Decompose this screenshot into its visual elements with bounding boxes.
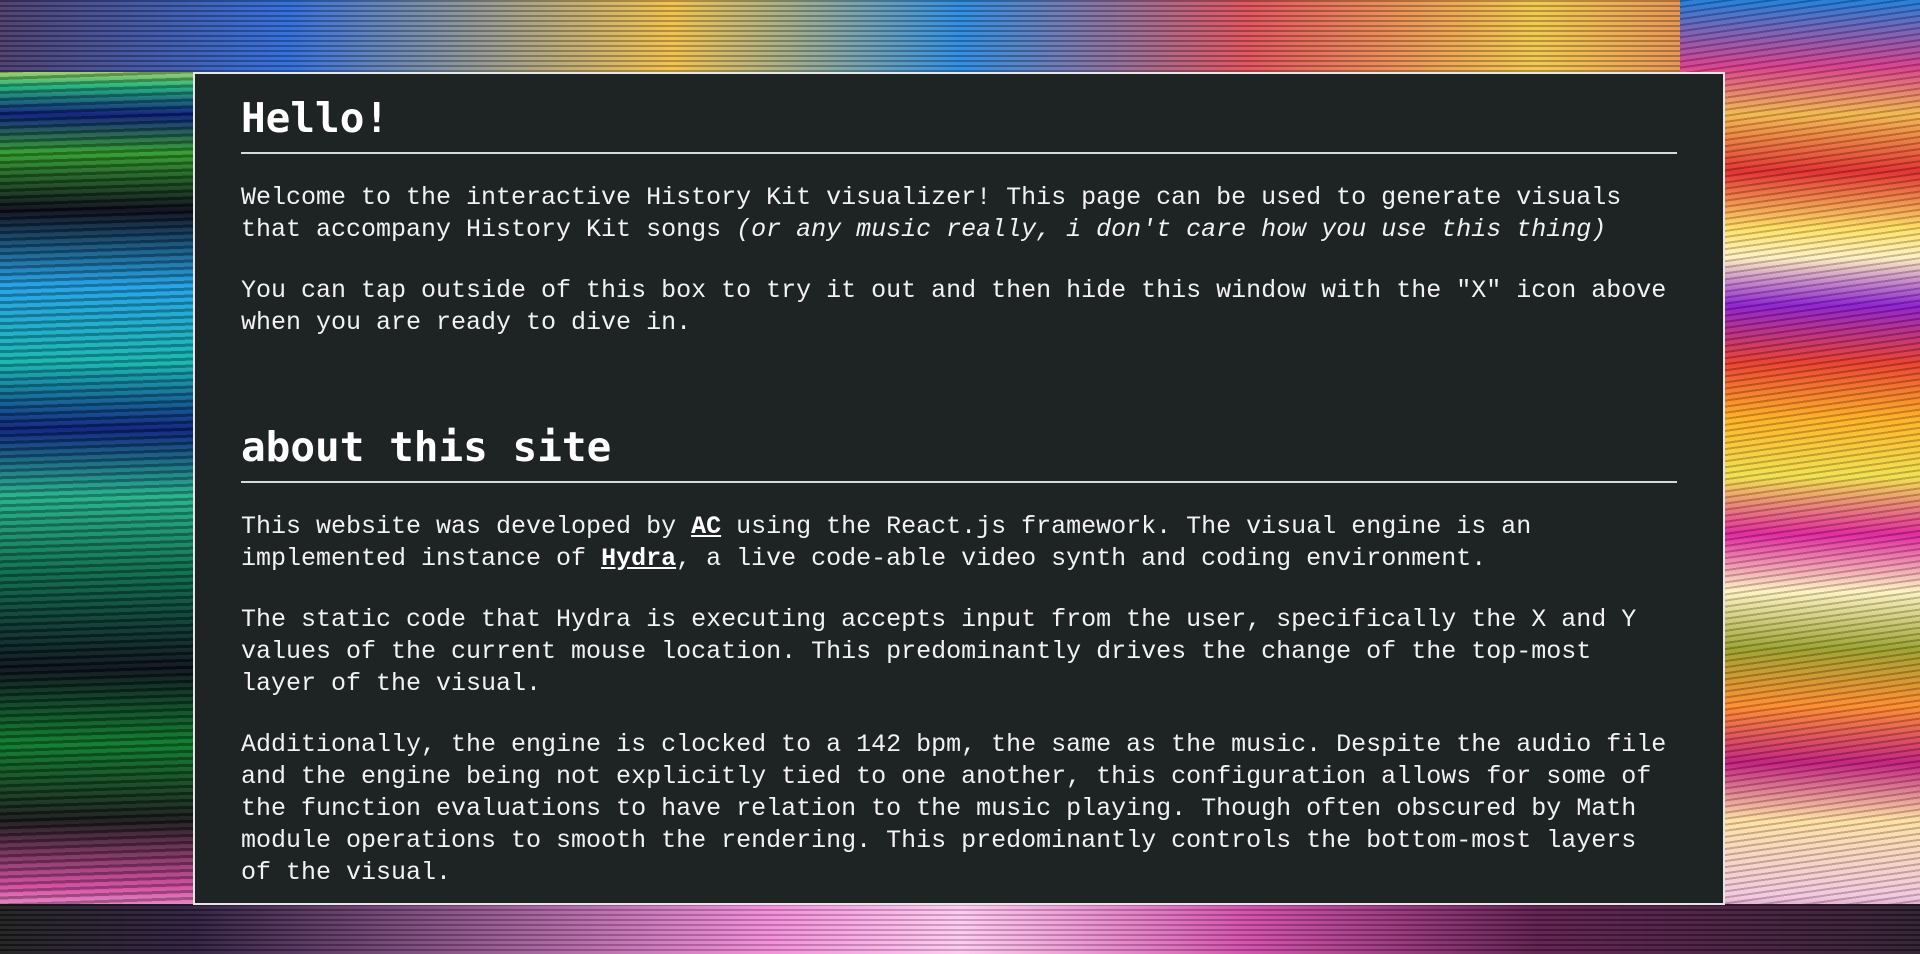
hello-heading: Hello! xyxy=(241,94,1677,154)
input-paragraph: The static code that Hydra is executing … xyxy=(241,605,1637,698)
background-glitch-top[interactable] xyxy=(0,0,1920,72)
developer-text-a: This website was developed by xyxy=(241,512,692,541)
clock-paragraph: Additionally, the engine is clocked to a… xyxy=(241,730,1667,887)
background-glitch-bottom[interactable] xyxy=(0,904,1920,954)
instructions-paragraph: You can tap outside of this box to try i… xyxy=(241,276,1667,337)
welcome-paragraph: Welcome to the interactive History Kit v… xyxy=(241,182,1677,246)
welcome-italic-note: (or any music really, i don't care how y… xyxy=(736,215,1607,244)
hydra-link[interactable]: Hydra xyxy=(601,544,676,573)
ac-link[interactable]: AC xyxy=(691,512,721,541)
about-heading: about this site xyxy=(241,423,1677,483)
info-panel: Hello! Welcome to the interactive Histor… xyxy=(193,72,1725,905)
developer-text-c: , a live code-able video synth and codin… xyxy=(676,544,1487,573)
developer-paragraph: This website was developed by AC using t… xyxy=(241,511,1677,575)
